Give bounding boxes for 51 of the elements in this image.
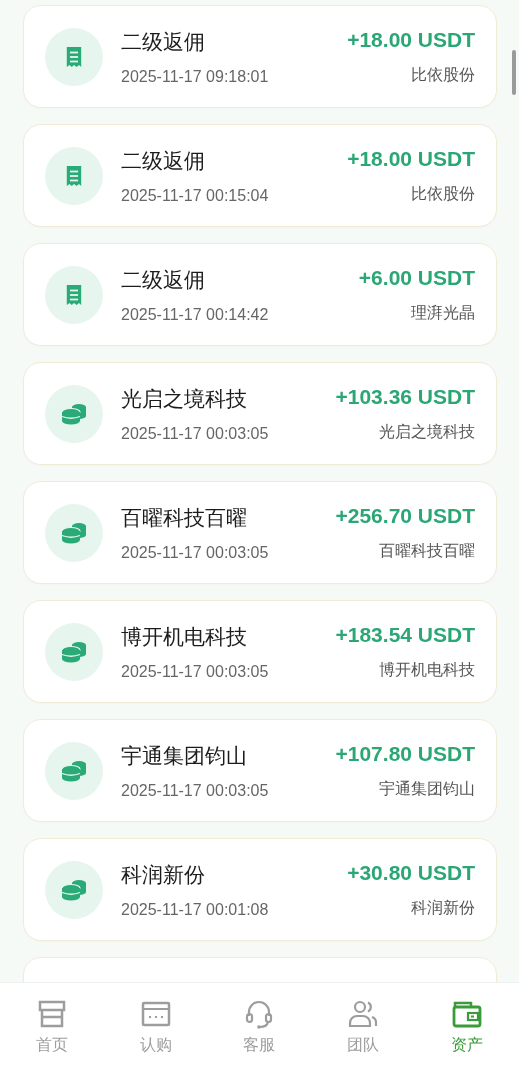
record-card[interactable]: 宇通集团钧山 2025-11-17 00:03:05 +107.80 USDT 宇通集团钧山	[23, 719, 497, 822]
record-amount: +30.80 USDT	[347, 860, 475, 885]
receipt-icon	[65, 164, 83, 187]
people-icon	[347, 998, 380, 1030]
record-amount: +183.54 USDT	[335, 622, 475, 647]
record-card[interactable]: 二级返佣 2025-11-17 09:18:01 +18.00 USDT 比依股份	[23, 5, 497, 108]
coins-icon	[61, 521, 87, 544]
coins-icon	[61, 402, 87, 425]
record-source: 科润新份	[411, 897, 475, 918]
record-time: 2025-11-17 00:03:05	[121, 424, 270, 443]
record-time: 2025-11-17 00:03:05	[121, 781, 270, 800]
record-title: 百曜科技百曜	[121, 504, 248, 531]
record-amount: +103.36 USDT	[335, 384, 475, 409]
record-title: 二级返佣	[121, 28, 206, 55]
record-time: 2025-11-17 00:14:42	[121, 305, 270, 324]
record-source: 理湃光晶	[411, 302, 475, 323]
record-amount: +18.00 USDT	[347, 146, 475, 171]
record-card[interactable]: 科润新份 2025-11-17 00:01:08 +30.80 USDT 科润新份	[23, 838, 497, 941]
record-source: 比依股份	[411, 183, 475, 204]
receipt-icon	[65, 283, 83, 306]
receipt-icon	[65, 45, 83, 68]
record-card[interactable]: 博开机电科技 2025-11-17 00:03:05 +183.54 USDT 博开机电科技	[23, 600, 497, 703]
record-amount: +256.70 USDT	[335, 503, 475, 528]
record-card[interactable]: 光启之境科技 2025-11-17 00:03:05 +103.36 USDT 光启之境科技	[23, 362, 497, 465]
record-card[interactable]: 二级返佣 2025-11-17 00:15:04 +18.00 USDT 比依股份	[23, 124, 497, 227]
record-source: 百曜科技百曜	[379, 540, 475, 561]
record-title: 科润新份	[121, 861, 206, 888]
record-source: 比依股份	[411, 64, 475, 85]
record-amount: +6.00 USDT	[358, 265, 475, 290]
record-title: 博开机电科技	[121, 623, 248, 650]
coins-icon	[61, 759, 87, 782]
record-title: 二级返佣	[121, 147, 206, 174]
record-time: 2025-11-17 09:18:01	[121, 67, 270, 86]
record-card[interactable]: 二级返佣 2025-11-17 00:14:42 +6.00 USDT 理湃光晶	[23, 243, 497, 346]
record-amount: +18.00 USDT	[347, 27, 475, 52]
record-source: 光启之境科技	[379, 421, 475, 442]
record-title: 二级返佣	[121, 266, 206, 293]
coins-icon	[61, 640, 87, 663]
record-title: 光启之境科技	[121, 385, 248, 412]
record-time: 2025-11-17 00:15:04	[121, 186, 270, 205]
record-time: 2025-11-17 00:03:05	[121, 662, 270, 681]
record-title: 宇通集团钧山	[121, 742, 248, 769]
record-source: 博开机电科技	[379, 659, 475, 680]
record-card[interactable]: 百曜科技百曜 2025-11-17 00:03:05 +256.70 USDT 百曜科技百曜	[23, 481, 497, 584]
scrollbar	[512, 50, 516, 95]
record-time: 2025-11-17 00:03:05	[121, 543, 270, 562]
record-source: 宇通集团钧山	[379, 778, 475, 799]
coins-icon	[61, 878, 87, 901]
record-amount: +107.80 USDT	[335, 741, 475, 766]
record-time: 2025-11-17 00:01:08	[121, 900, 270, 919]
nav-tab[interactable]: 资产	[415, 983, 519, 1080]
